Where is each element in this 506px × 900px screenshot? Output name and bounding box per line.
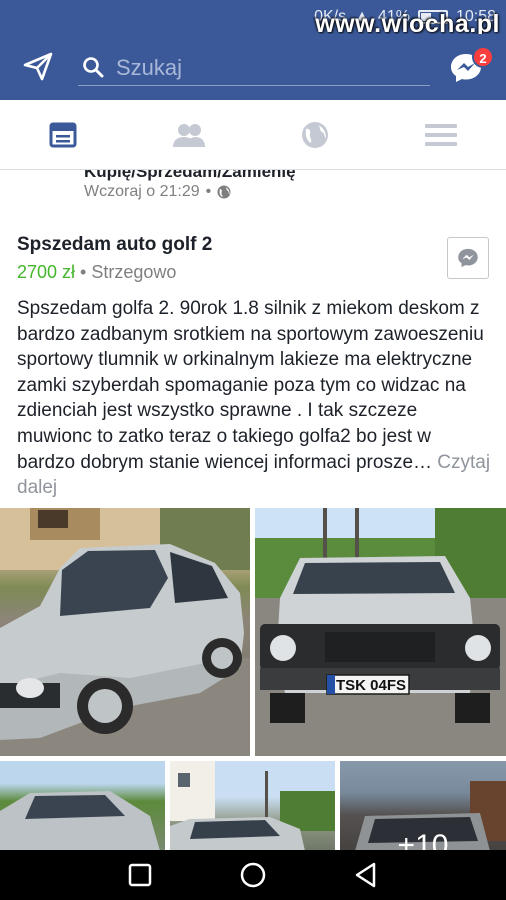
car-photo-house bbox=[170, 761, 335, 850]
search-field[interactable]: Szukaj bbox=[78, 50, 430, 86]
tab-friends[interactable] bbox=[126, 100, 252, 170]
messenger-icon bbox=[458, 248, 478, 268]
post-location: Strzegowo bbox=[91, 262, 177, 282]
car-photo-side bbox=[0, 508, 250, 756]
tab-menu[interactable] bbox=[378, 100, 504, 170]
search-icon bbox=[83, 57, 104, 78]
globe-icon bbox=[302, 122, 328, 148]
post-price-row: 2700 zł • Strzegowo bbox=[17, 262, 176, 283]
system-nav-bar bbox=[0, 850, 506, 900]
public-globe-icon bbox=[217, 185, 231, 199]
car-photo-front: TSK 04FS bbox=[255, 508, 506, 756]
meta-separator: • bbox=[205, 183, 212, 200]
news-feed-icon bbox=[49, 122, 77, 148]
previous-post-group[interactable]: Kupię/Sprzedam/Zamienię bbox=[84, 170, 296, 182]
messenger-badge: 2 bbox=[472, 46, 494, 68]
friends-icon bbox=[173, 124, 205, 147]
more-photos-count: +10 bbox=[397, 829, 449, 850]
post-photo-4[interactable] bbox=[170, 761, 335, 850]
post-text: Spszedam golfa 2. 90rok 1.8 silnik z mie… bbox=[17, 298, 484, 473]
previous-post-meta: Wczoraj o 21:29 • bbox=[84, 183, 231, 201]
app-bar: Szukaj 2 bbox=[0, 34, 506, 100]
home-icon[interactable] bbox=[239, 861, 267, 889]
car-photo-rear-left bbox=[0, 791, 160, 850]
post-price: 2700 zł bbox=[17, 262, 76, 282]
tab-bar bbox=[0, 100, 506, 170]
recent-apps-icon[interactable] bbox=[126, 861, 154, 889]
post-divider bbox=[0, 218, 506, 228]
post-body: Spszedam golfa 2. 90rok 1.8 silnik z mie… bbox=[17, 296, 491, 501]
send-icon[interactable] bbox=[22, 50, 54, 82]
message-seller-button[interactable] bbox=[447, 237, 489, 279]
post-photo-1[interactable] bbox=[0, 508, 250, 756]
search-placeholder: Szukaj bbox=[116, 55, 183, 80]
news-feed[interactable]: Kupię/Sprzedam/Zamienię Wczoraj o 21:29 … bbox=[0, 170, 506, 850]
post-title[interactable]: Spszedam auto golf 2 bbox=[17, 234, 212, 256]
more-photos-overlay[interactable]: +10 bbox=[340, 761, 506, 850]
previous-post-time[interactable]: Wczoraj o 21:29 bbox=[84, 183, 200, 201]
menu-icon bbox=[425, 124, 457, 146]
post-photo-2[interactable]: TSK 04FS bbox=[255, 508, 506, 756]
license-plate: TSK 04FS bbox=[336, 677, 406, 694]
post-photo-3[interactable] bbox=[0, 761, 165, 850]
post-photo-5[interactable]: +10 bbox=[340, 761, 506, 850]
back-icon[interactable] bbox=[352, 861, 380, 889]
price-separator: • bbox=[75, 262, 92, 282]
tab-news-feed[interactable] bbox=[0, 100, 126, 170]
tab-notifications[interactable] bbox=[252, 100, 378, 170]
status-bar: 0K/s ▲ 41% 10:58 www.wiocha.pl bbox=[0, 0, 506, 38]
